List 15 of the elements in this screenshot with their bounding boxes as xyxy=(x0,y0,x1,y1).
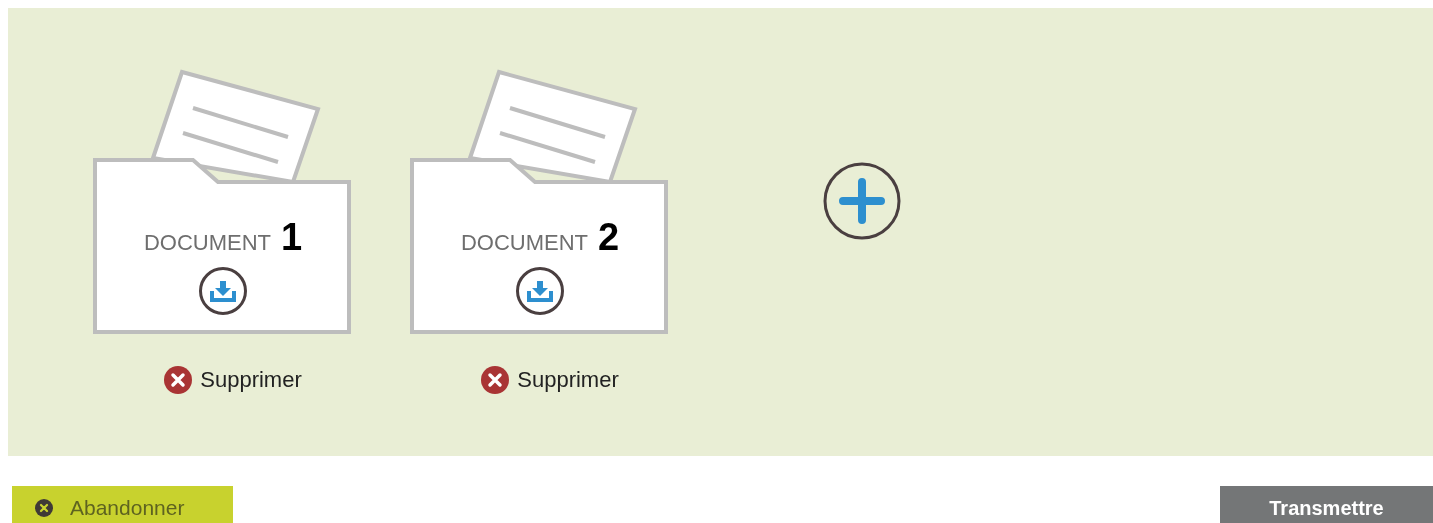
delete-link[interactable]: Supprimer xyxy=(481,366,619,394)
plus-icon xyxy=(823,162,901,240)
download-icon xyxy=(527,280,553,302)
close-icon xyxy=(481,366,510,394)
document-label: DOCUMENT xyxy=(143,230,271,256)
close-icon xyxy=(34,498,54,518)
close-icon xyxy=(164,366,193,394)
delete-link[interactable]: Supprimer xyxy=(164,366,302,394)
download-icon xyxy=(210,280,236,302)
document-number: 1 xyxy=(281,216,303,259)
document-label: DOCUMENT xyxy=(460,230,588,256)
cancel-button[interactable]: Abandonner xyxy=(12,486,233,523)
submit-button[interactable]: Transmettre xyxy=(1220,486,1433,523)
add-button[interactable] xyxy=(823,162,901,240)
document-number: 2 xyxy=(598,216,620,259)
